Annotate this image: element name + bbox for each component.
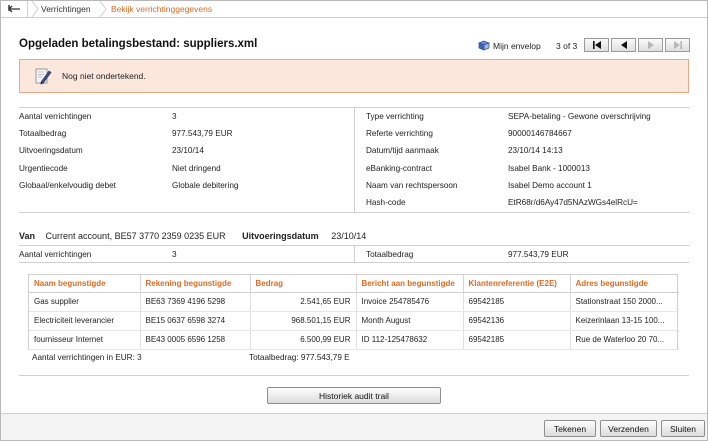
skip-first-icon	[592, 41, 601, 49]
breadcrumb-separator-icon	[31, 1, 39, 17]
beneficiary-address: Rue de Waterloo 20 70...	[570, 330, 679, 350]
column-header[interactable]: Adres begunstigde	[570, 275, 679, 293]
pager-status: 3 of 3	[556, 41, 578, 51]
breadcrumb-separator-icon	[99, 1, 107, 17]
execution-date-label: Uitvoeringsdatum	[242, 231, 319, 241]
beneficiary-address: Stationstraat 150 2000...	[570, 292, 679, 312]
detail-label: Naam van rechtspersoon	[366, 181, 458, 190]
divider	[19, 212, 689, 213]
column-divider	[354, 245, 355, 262]
beneficiary-account: BE15 0637 6598 3274	[140, 311, 251, 331]
van-label: Van	[19, 231, 36, 241]
detail-label: Globaal/enkelvoudig debet	[19, 181, 116, 190]
last-page-button[interactable]	[665, 38, 690, 52]
detail-value: Globale debitering	[172, 181, 239, 190]
back-arrow-icon	[8, 5, 20, 13]
column-header[interactable]: Klantenreferentie (E2E)	[463, 275, 571, 293]
previous-page-button[interactable]	[611, 38, 636, 52]
detail-label: Urgentiecode	[19, 164, 68, 173]
detail-label: eBanking-contract	[366, 164, 432, 173]
source-account: Current account, BE57 3770 2359 0235 EUR	[45, 231, 226, 241]
detail-value: 23/10/14	[172, 146, 204, 155]
table-footer-total: Totaalbedrag: 977.543,79 E	[249, 353, 350, 362]
detail-value: Isabel Bank - 1000013	[508, 164, 590, 173]
column-header[interactable]: Bericht aan begunstigde	[356, 275, 464, 293]
detail-value: 977.543,79 EUR	[172, 129, 233, 138]
detail-label: Uitvoeringsdatum	[19, 146, 83, 155]
detail-value: Niet dringend	[172, 164, 221, 173]
amount: 6.500,99 EUR	[250, 330, 357, 350]
detail-label: Aantal verrichtingen	[19, 112, 92, 121]
next-page-button[interactable]	[638, 38, 663, 52]
beneficiary-account: BE63 7369 4196 5298	[140, 292, 251, 312]
detail-label: Totaalbedrag	[19, 129, 67, 138]
close-button[interactable]: Sluiten	[661, 420, 705, 437]
back-button[interactable]	[3, 1, 28, 17]
document-pen-icon	[35, 68, 52, 85]
message: ID 112-125478632	[356, 330, 464, 350]
column-header[interactable]: Bedrag	[250, 275, 357, 293]
message: Invoice 254785476	[356, 292, 464, 312]
amount: 2.541,65 EUR	[250, 292, 357, 312]
skip-last-icon	[673, 41, 682, 49]
table-row[interactable]: Gas supplier BE63 7369 4196 5298 2.541,6…	[29, 292, 679, 312]
detail-value: Isabel Demo account 1	[508, 181, 592, 190]
table-footer-count: Aantal verrichtingen in EUR: 3	[32, 353, 142, 362]
detail-value: SEPA-betaling - Gewone overschrijving	[508, 112, 651, 121]
detail-value: EtR68r/d6Ay47d5NAzWGs4elRcU=	[508, 198, 638, 207]
table-header-row: Naam begunstigde Rekening begunstigde Be…	[29, 275, 679, 293]
execution-date: 23/10/14	[331, 231, 367, 241]
divider	[19, 262, 689, 263]
beneficiary-name: Electriciteit leverancier	[29, 311, 141, 331]
customer-reference: 69542136	[463, 311, 571, 331]
breadcrumb-item-current: Bekijk verrichtinggegevens	[111, 4, 213, 14]
signature-warning: Nog niet ondertekend.	[19, 59, 689, 93]
envelope-label[interactable]: Mijn envelop	[493, 41, 541, 51]
column-header[interactable]: Naam begunstigde	[29, 275, 141, 293]
first-page-button[interactable]	[584, 38, 609, 52]
detail-value: 23/10/14 14:13	[508, 146, 563, 155]
my-envelope-link[interactable]: Mijn envelop	[478, 40, 541, 51]
divider	[19, 375, 689, 376]
beneficiary-name: fournisseur Internet	[29, 330, 141, 350]
column-header[interactable]: Rekening begunstigde	[140, 275, 251, 293]
warning-text: Nog niet ondertekend.	[62, 71, 146, 81]
summary-total-value: 977.543,79 EUR	[508, 250, 569, 259]
table-row[interactable]: Electriciteit leverancier BE15 0637 6598…	[29, 311, 679, 331]
detail-label: Datum/tijd aanmaak	[366, 146, 439, 155]
source-account-row: Van Current account, BE57 3770 2359 0235…	[19, 231, 366, 241]
customer-reference: 69542185	[463, 292, 571, 312]
previous-icon	[620, 41, 627, 49]
summary-count-value: 3	[172, 250, 177, 259]
table-row[interactable]: fournisseur Internet BE43 0005 6596 1258…	[29, 330, 679, 350]
audit-trail-button[interactable]: Historiek audit trail	[267, 387, 441, 404]
detail-value: 3	[172, 112, 177, 121]
detail-value: 90000146784667	[508, 129, 572, 138]
detail-label: Type verrichting	[366, 112, 424, 121]
sign-button[interactable]: Tekenen	[544, 420, 596, 437]
detail-label: Hash-code	[366, 198, 406, 207]
beneficiary-account: BE43 0005 6596 1258	[140, 330, 251, 350]
detail-label: Referte verrichting	[366, 129, 433, 138]
next-icon	[647, 41, 654, 49]
summary-count-label: Aantal verrichtingen	[19, 250, 92, 259]
message: Month August	[356, 311, 464, 331]
page-title: Opgeladen betalingsbestand: suppliers.xm…	[19, 38, 258, 50]
send-button[interactable]: Verzenden	[600, 420, 657, 437]
breadcrumb-item-verrichtingen[interactable]: Verrichtingen	[41, 4, 91, 14]
beneficiary-address: Keizerinlaan 13-15 100...	[570, 311, 679, 331]
envelope-book-icon	[478, 40, 490, 51]
column-divider	[354, 107, 355, 212]
beneficiary-name: Gas supplier	[29, 292, 141, 312]
transactions-table: Naam begunstigde Rekening begunstigde Be…	[28, 274, 679, 350]
summary-total-label: Totaalbedrag	[366, 250, 414, 259]
breadcrumb: Verrichtingen Bekijk verrichtinggegevens	[1, 1, 707, 18]
amount: 968.501,15 EUR	[250, 311, 357, 331]
customer-reference: 69542185	[463, 330, 571, 350]
